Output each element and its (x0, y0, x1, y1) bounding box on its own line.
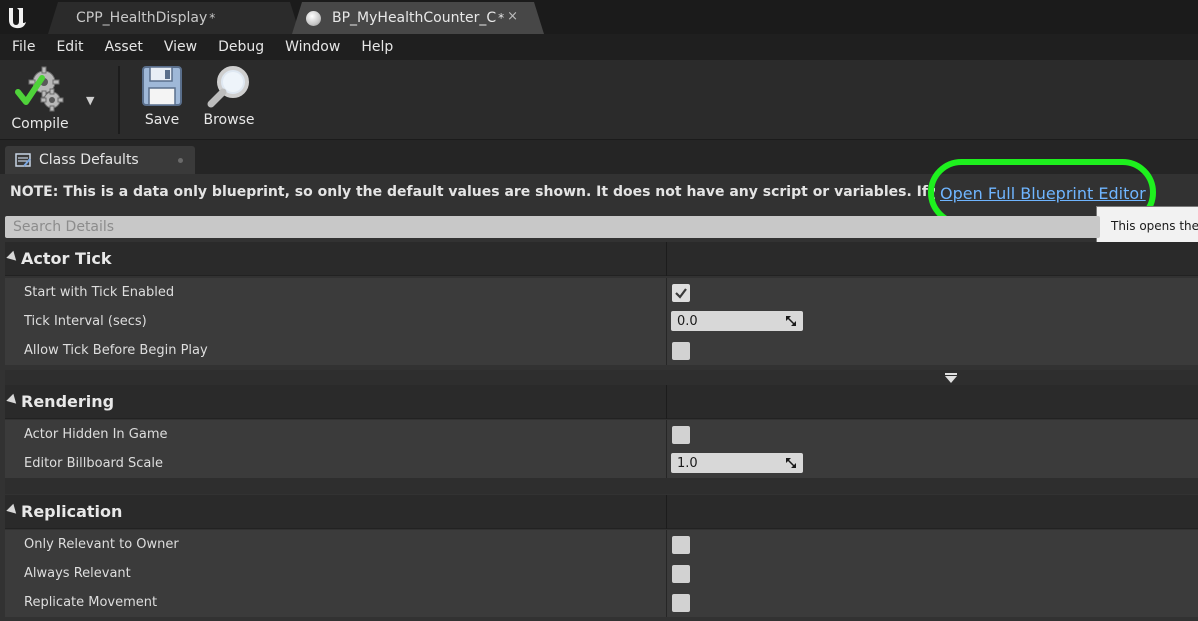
menu-help[interactable]: Help (353, 39, 401, 55)
number-value: 0.0 (677, 313, 698, 329)
panel-tab-dot-icon (178, 158, 183, 163)
link-tooltip: This opens the (1096, 206, 1198, 246)
search-details-input[interactable]: Search Details (5, 216, 1100, 238)
compile-gears-icon (15, 66, 64, 112)
category-title: Replication (21, 502, 123, 521)
property-label: Replicate Movement (24, 595, 158, 610)
close-tab-icon[interactable]: × (507, 9, 518, 24)
unsaved-marker: * (209, 11, 216, 25)
collapse-triangle-icon (6, 393, 20, 408)
expand-advanced-icon (945, 373, 957, 375)
unreal-logo-icon[interactable] (0, 0, 34, 34)
property-label: Editor Billboard Scale (24, 456, 164, 471)
compile-label: Compile (11, 116, 69, 132)
collapse-triangle-icon (6, 503, 20, 518)
compile-button[interactable]: Compile (6, 64, 74, 132)
column-divider (666, 530, 667, 559)
category-title: Actor Tick (21, 249, 112, 268)
data-only-note: NOTE: This is a data only blueprint, so … (10, 184, 935, 200)
save-button[interactable]: Save (138, 64, 186, 128)
property-label: Start with Tick Enabled (24, 285, 175, 300)
column-divider (666, 307, 667, 336)
actor-hidden-in-game-checkbox[interactable] (672, 426, 690, 444)
toolbar-separator (118, 66, 120, 134)
tab-label: CPP_HealthDisplay (76, 10, 208, 26)
property-row: Tick Interval (secs) 0.0 (5, 307, 1198, 336)
menu-edit[interactable]: Edit (48, 39, 91, 55)
save-label: Save (144, 112, 180, 128)
expand-arrow-icon (945, 376, 957, 383)
panel-tab-bar: Class Defaults (0, 140, 1198, 174)
menu-bar: File Edit Asset View Debug Window Help (0, 34, 1198, 60)
title-bar: CPP_HealthDisplay * BP_MyHealthCounter_C *… (0, 0, 1198, 34)
column-divider (666, 420, 667, 449)
property-row: Actor Hidden In Game (5, 420, 1198, 449)
compile-options-chevron-icon[interactable]: ▼ (86, 94, 94, 107)
column-divider (666, 242, 667, 276)
only-relevant-to-owner-checkbox[interactable] (672, 536, 690, 554)
tab-cpp-health-display[interactable]: CPP_HealthDisplay * (48, 2, 300, 34)
drag-resize-icon[interactable] (785, 315, 797, 327)
allow-tick-before-begin-play-checkbox[interactable] (672, 342, 690, 360)
tick-interval-input[interactable]: 0.0 (671, 311, 803, 331)
column-divider (666, 385, 667, 419)
property-label: Only Relevant to Owner (24, 537, 179, 552)
column-divider (666, 495, 667, 529)
property-row: Only Relevant to Owner (5, 530, 1198, 559)
browse-button[interactable]: Browse (198, 64, 260, 128)
column-divider (666, 336, 667, 365)
always-relevant-checkbox[interactable] (672, 565, 690, 583)
category-title: Rendering (21, 392, 115, 411)
category-rendering[interactable]: Rendering (5, 385, 1198, 419)
property-row: Allow Tick Before Begin Play (5, 336, 1198, 365)
browse-label: Browse (203, 112, 255, 128)
panel-tab-label: Class Defaults (39, 152, 139, 168)
editor-billboard-scale-input[interactable]: 1.0 (671, 453, 803, 473)
column-divider (666, 278, 667, 307)
collapse-triangle-icon (6, 250, 20, 265)
menu-window[interactable]: Window (277, 39, 348, 55)
blueprint-sphere-icon (306, 11, 321, 26)
menu-view[interactable]: View (156, 39, 205, 55)
tab-class-defaults[interactable]: Class Defaults (5, 146, 195, 174)
checkmark-icon (675, 288, 687, 299)
menu-file[interactable]: File (4, 39, 43, 55)
tab-bp-my-health-counter[interactable]: BP_MyHealthCounter_C * × (292, 2, 544, 34)
details-content: NOTE: This is a data only blueprint, so … (0, 159, 1198, 621)
property-label: Actor Hidden In Game (24, 427, 168, 442)
unsaved-marker: * (498, 11, 505, 25)
details-panel-icon (15, 153, 31, 167)
property-row: Always Relevant (5, 559, 1198, 588)
property-row: Replicate Movement (5, 588, 1198, 617)
property-label: Allow Tick Before Begin Play (24, 343, 208, 358)
property-label: Always Relevant (24, 566, 131, 581)
number-value: 1.0 (677, 455, 698, 471)
menu-asset[interactable]: Asset (97, 39, 151, 55)
column-divider (666, 559, 667, 588)
property-row: Editor Billboard Scale 1.0 (5, 449, 1198, 478)
category-spacer (5, 478, 1198, 494)
browse-magnifier-icon (207, 66, 249, 108)
tab-label: BP_MyHealthCounter_C (332, 10, 497, 26)
property-row: Start with Tick Enabled (5, 278, 1198, 307)
category-replication[interactable]: Replication (5, 495, 1198, 529)
replicate-movement-checkbox[interactable] (672, 594, 690, 612)
drag-resize-icon[interactable] (785, 457, 797, 469)
advanced-expander-bar[interactable] (5, 370, 1198, 386)
column-divider (666, 449, 667, 478)
category-actor-tick[interactable]: Actor Tick (5, 242, 1198, 276)
save-floppy-icon (142, 66, 182, 106)
column-divider (666, 588, 667, 617)
toolbar: Compile ▼ Save Browse (0, 60, 1198, 140)
menu-debug[interactable]: Debug (210, 39, 272, 55)
open-full-blueprint-editor-link[interactable]: Open Full Blueprint Editor (940, 184, 1146, 203)
start-with-tick-enabled-checkbox[interactable] (672, 284, 690, 302)
property-label: Tick Interval (secs) (24, 314, 147, 329)
